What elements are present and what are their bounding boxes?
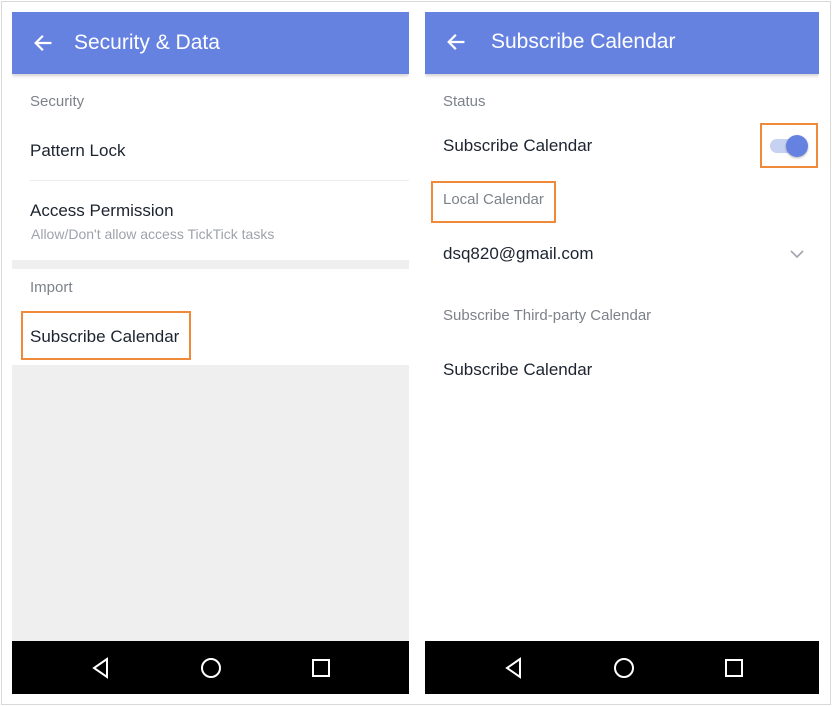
- highlight-box-local-calendar: [431, 181, 556, 223]
- security-data-screen: Security & Data Security Pattern Lock Ac…: [12, 12, 409, 694]
- system-nav-bar: [12, 641, 409, 694]
- page-title: Security & Data: [74, 31, 220, 54]
- triangle-back-icon[interactable]: [89, 656, 113, 680]
- circle-home-icon[interactable]: [199, 656, 223, 680]
- section-separator: [12, 260, 409, 269]
- chevron-down-icon[interactable]: [790, 249, 804, 259]
- subscribe-third-party-calendar-item[interactable]: Subscribe Calendar: [443, 360, 592, 380]
- arrow-left-icon[interactable]: [32, 32, 54, 54]
- arrow-left-icon[interactable]: [445, 31, 467, 53]
- triangle-back-icon[interactable]: [502, 656, 526, 680]
- section-label-import: Import: [30, 279, 73, 296]
- account-email-dropdown[interactable]: dsq820@gmail.com: [443, 244, 594, 264]
- section-label-third-party: Subscribe Third-party Calendar: [443, 307, 652, 324]
- app-bar: Security & Data: [12, 12, 409, 74]
- subscribe-calendar-screen: Subscribe Calendar Status Subscribe Cale…: [425, 12, 819, 694]
- highlight-box-subscribe-calendar: [21, 311, 191, 360]
- section-label-status: Status: [443, 93, 486, 110]
- divider: [30, 180, 409, 181]
- access-permission-description: Allow/Don't allow access TickTick tasks: [31, 226, 275, 242]
- subscribe-calendar-toggle-label: Subscribe Calendar: [443, 136, 593, 155]
- access-permission-item[interactable]: Access Permission: [30, 201, 174, 221]
- highlight-box-toggle: [760, 123, 818, 168]
- pattern-lock-item[interactable]: Pattern Lock: [30, 141, 125, 161]
- page-title: Subscribe Calendar: [491, 30, 676, 53]
- section-label-security: Security: [30, 93, 85, 110]
- square-recents-icon[interactable]: [309, 656, 333, 680]
- app-bar: Subscribe Calendar: [425, 12, 819, 74]
- square-recents-icon[interactable]: [722, 656, 746, 680]
- system-nav-bar: [425, 641, 819, 694]
- circle-home-icon[interactable]: [612, 656, 636, 680]
- empty-area: [12, 365, 409, 641]
